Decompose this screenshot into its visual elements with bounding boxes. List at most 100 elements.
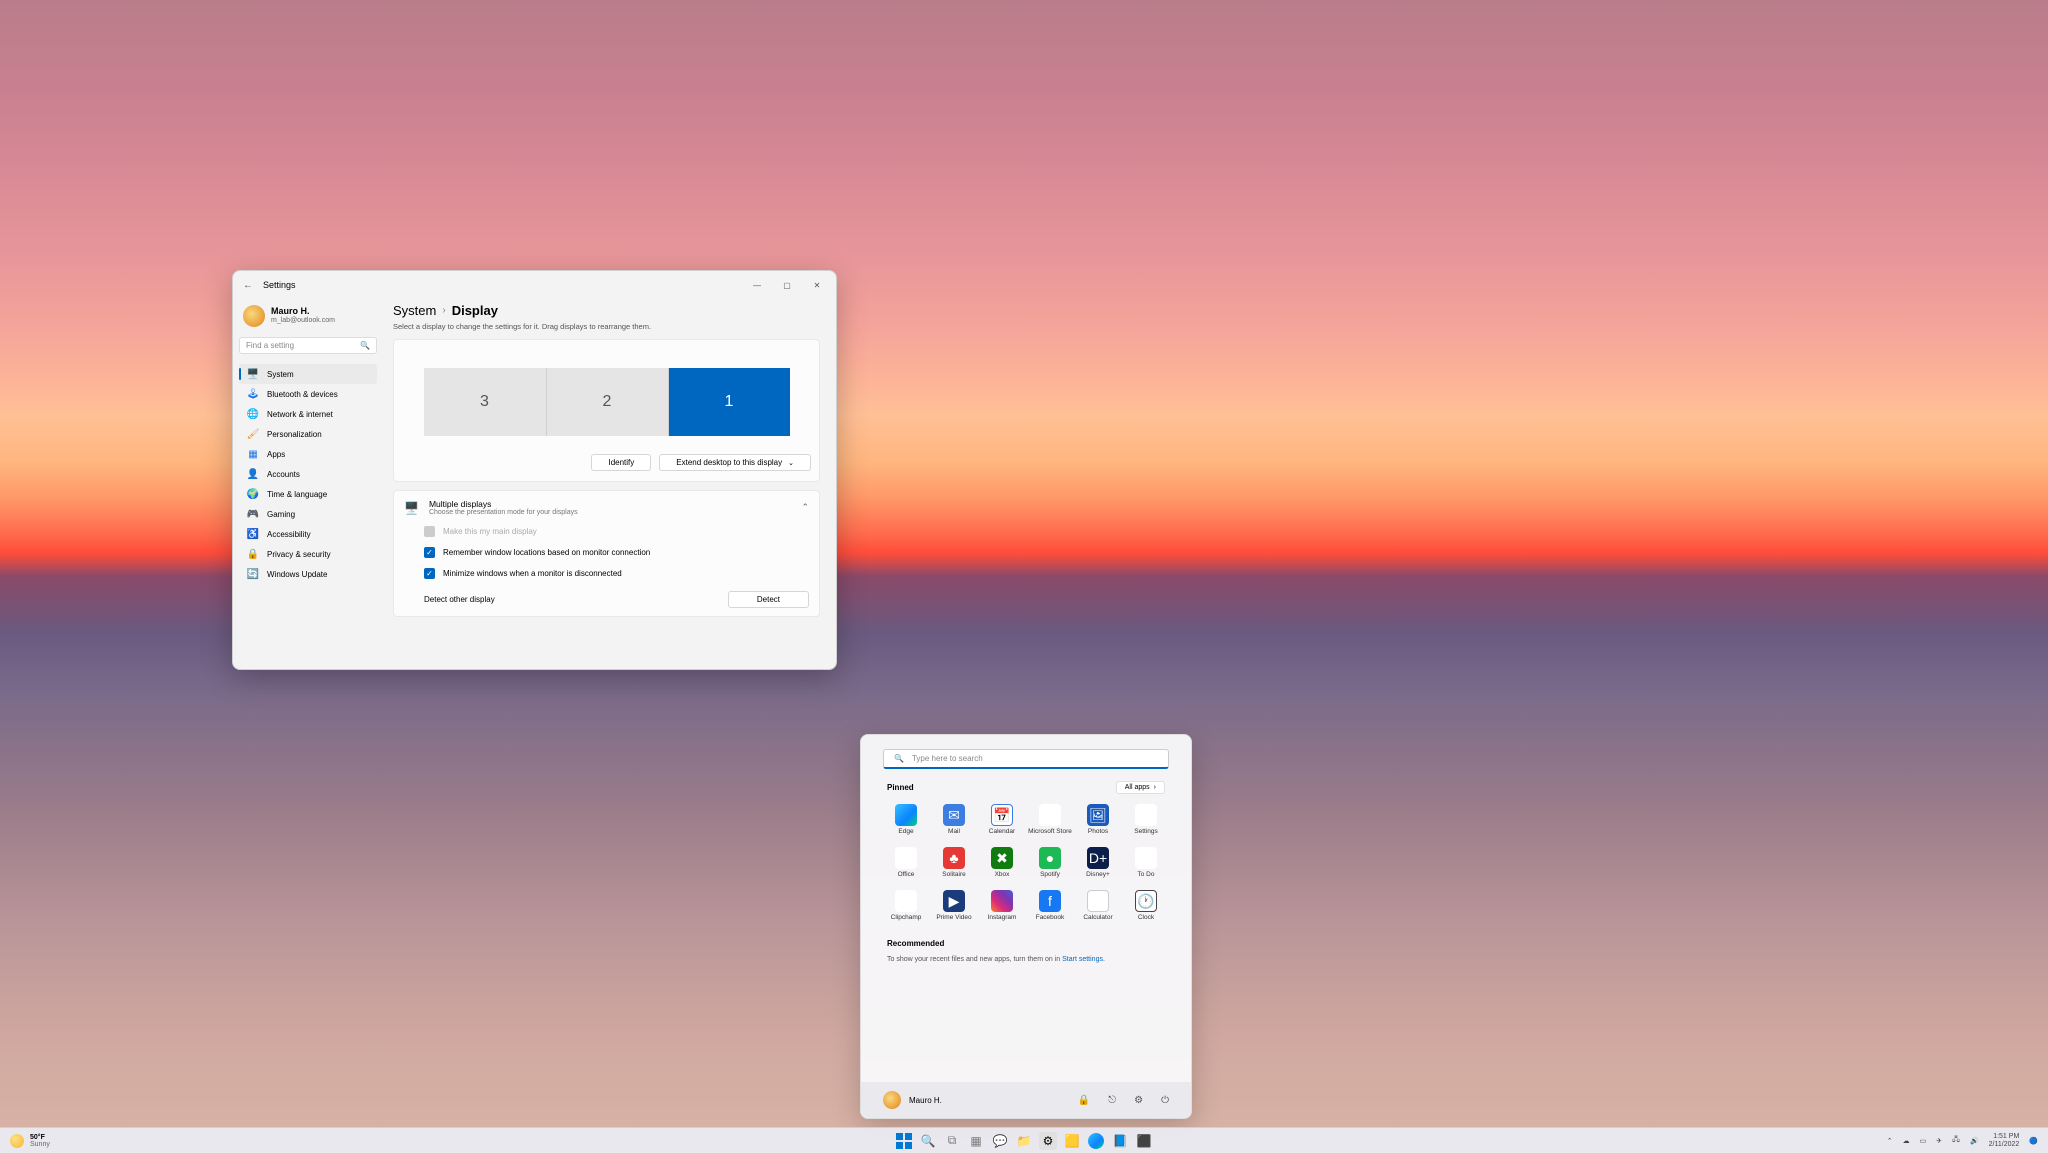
app-label: Photos	[1088, 828, 1108, 835]
close-button[interactable]: ✕	[802, 275, 832, 295]
app-tile-facebook[interactable]: fFacebook	[1027, 886, 1073, 925]
nav-icon: 🎮	[247, 508, 259, 520]
sidebar-item-personalization[interactable]: 🖌Personalization	[239, 424, 377, 444]
start-search[interactable]: 🔍 Type here to search	[883, 749, 1169, 769]
app-label: Calculator	[1083, 914, 1112, 921]
taskbar-app-edge[interactable]	[1087, 1132, 1105, 1150]
display-icon: 🖥️	[404, 501, 419, 515]
settings-icon[interactable]: ⚙	[1134, 1095, 1143, 1106]
app-label: Xbox	[995, 871, 1010, 878]
account-email: m_lab@outlook.com	[271, 317, 335, 325]
app-icon: ♣	[943, 847, 965, 869]
breadcrumb-parent[interactable]: System	[393, 303, 436, 318]
start-menu: 🔍 Type here to search Pinned All apps › …	[860, 734, 1192, 1119]
multiple-displays-header[interactable]: 🖥️ Multiple displays Choose the presenta…	[404, 499, 809, 516]
app-icon: ✔	[1135, 847, 1157, 869]
sidebar-item-privacy-security[interactable]: 🔒Privacy & security	[239, 544, 377, 564]
all-apps-button[interactable]: All apps ›	[1116, 781, 1165, 794]
start-button[interactable]	[895, 1132, 913, 1150]
monitor-2[interactable]: 2	[546, 368, 668, 436]
chevron-down-icon: ⌄	[788, 459, 794, 467]
nav-label: Windows Update	[267, 570, 327, 579]
chat-icon[interactable]: 💬	[991, 1132, 1009, 1150]
app-tile-prime-video[interactable]: ▶Prime Video	[931, 886, 977, 925]
signout-icon[interactable]: ⎋	[1108, 1095, 1116, 1106]
sidebar-item-accounts[interactable]: 👤Accounts	[239, 464, 377, 484]
taskbar-weather[interactable]: 50°F Sunny	[10, 1134, 50, 1148]
sidebar-item-windows-update[interactable]: 🔄Windows Update	[239, 564, 377, 584]
nav-icon: ▦	[247, 448, 259, 460]
settings-sidebar: Mauro H. m_lab@outlook.com Find a settin…	[233, 299, 383, 669]
checkbox-remember[interactable]: ✓	[424, 547, 435, 558]
extend-dropdown[interactable]: Extend desktop to this display ⌄	[659, 454, 811, 471]
onedrive-icon[interactable]: ☁	[1903, 1137, 1910, 1145]
app-icon: ✖	[991, 847, 1013, 869]
app-tile-xbox[interactable]: ✖ Xbox	[979, 843, 1025, 882]
app-tile-solitaire[interactable]: ♣ Solitaire	[931, 843, 977, 882]
task-view-icon[interactable]: ⧉	[943, 1132, 961, 1150]
taskbar-clock[interactable]: 1:51 PM 2/11/2022	[1989, 1133, 2020, 1148]
tray-chevron-icon[interactable]: ⌃	[1887, 1137, 1893, 1145]
check-minimize[interactable]: ✓ Minimize windows when a monitor is dis…	[404, 558, 809, 579]
checkbox-minimize[interactable]: ✓	[424, 568, 435, 579]
sidebar-item-bluetooth-devices[interactable]: 🕹Bluetooth & devices	[239, 384, 377, 404]
network-icon[interactable]: 🖧	[1952, 1135, 1960, 1146]
app-icon: f	[1039, 890, 1061, 912]
app-tile-mail[interactable]: ✉Mail	[931, 800, 977, 839]
sidebar-item-network-internet[interactable]: 🌐Network & internet	[239, 404, 377, 424]
sidebar-item-system[interactable]: 🖥️System	[239, 364, 377, 384]
app-tile-photos[interactable]: 🖼Photos	[1075, 800, 1121, 839]
send-icon[interactable]: ✈	[1936, 1137, 1942, 1145]
maximize-button[interactable]: ▢	[772, 275, 802, 295]
breadcrumb: System › Display	[393, 303, 820, 318]
settings-search[interactable]: Find a setting 🔍	[239, 337, 377, 354]
account-block[interactable]: Mauro H. m_lab@outlook.com	[239, 299, 377, 337]
notifications-icon[interactable]: 🔵	[2029, 1137, 2038, 1145]
taskbar-app-vm[interactable]: 🟨	[1063, 1132, 1081, 1150]
sidebar-item-apps[interactable]: ▦Apps	[239, 444, 377, 464]
sidebar-item-accessibility[interactable]: ♿Accessibility	[239, 524, 377, 544]
minimize-button[interactable]: —	[742, 275, 772, 295]
tray-app-icon[interactable]: ▭	[1920, 1137, 1927, 1145]
lock-icon[interactable]: 🔒	[1078, 1095, 1090, 1106]
start-settings-link[interactable]: Start settings	[1062, 956, 1103, 963]
volume-icon[interactable]: 🔊	[1970, 1137, 1979, 1145]
start-user[interactable]: Mauro H.	[883, 1091, 942, 1109]
widgets-icon[interactable]: ▦	[967, 1132, 985, 1150]
taskbar-time: 1:51 PM	[1989, 1133, 2020, 1141]
app-tile-spotify[interactable]: ●Spotify	[1027, 843, 1073, 882]
app-label: Solitaire	[942, 871, 965, 878]
app-tile-calculator[interactable]: 🖩Calculator	[1075, 886, 1121, 925]
app-tile-clock[interactable]: 🕐Clock	[1123, 886, 1169, 925]
app-tile-calendar[interactable]: 📅Calendar	[979, 800, 1025, 839]
taskbar-date: 2/11/2022	[1989, 1141, 2020, 1149]
app-tile-microsoft-store[interactable]: 🛍Microsoft Store	[1027, 800, 1073, 839]
app-tile-clipchamp[interactable]: CClipchamp	[883, 886, 929, 925]
multiple-displays-card: 🖥️ Multiple displays Choose the presenta…	[393, 490, 820, 617]
identify-button[interactable]: Identify	[591, 454, 651, 471]
monitor-1[interactable]: 1	[668, 368, 790, 436]
sidebar-item-time-language[interactable]: 🌍Time & language	[239, 484, 377, 504]
back-icon[interactable]: ←	[243, 280, 253, 291]
power-icon[interactable]: ⏻	[1161, 1095, 1169, 1106]
sidebar-item-gaming[interactable]: 🎮Gaming	[239, 504, 377, 524]
taskbar-app-explorer[interactable]: 📁	[1015, 1132, 1033, 1150]
taskbar: 50°F Sunny 🔍 ⧉ ▦ 💬 📁 ⚙ 🟨 📘 ⬛ ⌃ ☁ ▭ ✈ 🖧 🔊…	[0, 1127, 2048, 1153]
app-tile-instagram[interactable]: Instagram	[979, 886, 1025, 925]
app-tile-disney-[interactable]: D+Disney+	[1075, 843, 1121, 882]
taskbar-app-word[interactable]: 📘	[1111, 1132, 1129, 1150]
check-main-label: Make this my main display	[443, 527, 537, 536]
app-tile-settings[interactable]: ⚙Settings	[1123, 800, 1169, 839]
taskbar-app-terminal[interactable]: ⬛	[1135, 1132, 1153, 1150]
app-tile-to-do[interactable]: ✔To Do	[1123, 843, 1169, 882]
app-tile-office[interactable]: OOffice	[883, 843, 929, 882]
search-icon: 🔍	[360, 341, 370, 350]
detect-button[interactable]: Detect	[728, 591, 809, 608]
nav-label: Bluetooth & devices	[267, 390, 338, 399]
nav-icon: 👤	[247, 468, 259, 480]
app-tile-edge[interactable]: Edge	[883, 800, 929, 839]
taskbar-search-icon[interactable]: 🔍	[919, 1132, 937, 1150]
check-remember[interactable]: ✓ Remember window locations based on mon…	[404, 537, 809, 558]
monitor-3[interactable]: 3	[424, 368, 546, 436]
taskbar-app-settings[interactable]: ⚙	[1039, 1132, 1057, 1150]
